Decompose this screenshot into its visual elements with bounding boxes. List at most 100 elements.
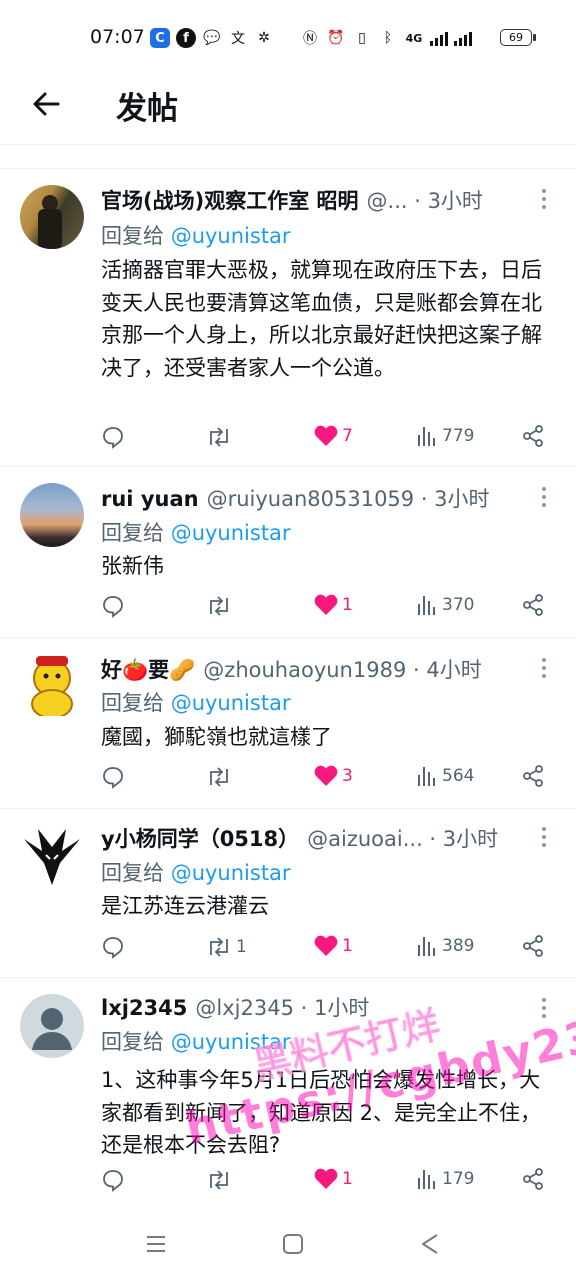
- view-count: 564: [442, 766, 475, 786]
- display-name[interactable]: 官场(战场)观察工作室 昭明: [101, 185, 359, 215]
- retweet-button[interactable]: 1: [206, 935, 247, 959]
- reply-button[interactable]: [101, 594, 125, 618]
- reply-post[interactable]: 好🍅要🥜 @zhouhaoyun1989 · 4小时 回复给 @uyunista…: [0, 638, 576, 809]
- default-avatar-icon: [32, 1008, 72, 1050]
- heart-icon: [314, 1168, 338, 1189]
- more-options-button[interactable]: [536, 656, 552, 680]
- system-icons: Ⓝ ⏰ ▯ ᛒ 4G: [300, 27, 472, 49]
- handle-time: @aizuoai... · 3小时: [307, 827, 499, 851]
- retweet-button[interactable]: [206, 425, 236, 449]
- retweet-icon: [210, 1170, 228, 1190]
- share-button[interactable]: [522, 1168, 544, 1190]
- pinwheel-icon: ✲: [258, 30, 270, 46]
- handle-time: @... · 3小时: [366, 189, 483, 213]
- reply-post[interactable]: y小杨同学（0518） @aizuoai... · 3小时 回复给 @uyuni…: [0, 809, 576, 978]
- retweet-button[interactable]: [206, 765, 236, 789]
- like-button[interactable]: 7: [314, 425, 353, 447]
- reply-button[interactable]: [101, 935, 125, 959]
- signal-2-icon: [454, 30, 472, 46]
- more-options-button[interactable]: [536, 825, 552, 849]
- retweet-count: 1: [236, 937, 247, 957]
- reply-button[interactable]: [101, 425, 125, 449]
- signal-icon: [430, 30, 448, 46]
- retweet-button[interactable]: [206, 594, 236, 618]
- like-button[interactable]: 1: [314, 1168, 353, 1190]
- app-notification-icon: C: [150, 28, 170, 48]
- action-bar: 1 1 389: [0, 935, 576, 965]
- reply-button[interactable]: [101, 1168, 125, 1192]
- home-button[interactable]: [281, 1232, 305, 1256]
- views-button[interactable]: 564: [416, 765, 474, 787]
- reply-post[interactable]: lxj2345 @lxj2345 · 1小时 回复给 @uyunistar 1、…: [0, 978, 576, 1208]
- mention-link[interactable]: @uyunistar: [171, 1030, 291, 1054]
- heart-icon: [314, 935, 338, 956]
- mention-link[interactable]: @uyunistar: [171, 521, 291, 545]
- mention-link[interactable]: @uyunistar: [171, 861, 291, 885]
- reply-icon: [103, 427, 123, 449]
- view-count: 779: [442, 426, 475, 446]
- reply-button[interactable]: [101, 765, 125, 789]
- like-count: 7: [342, 426, 353, 446]
- views-button[interactable]: 779: [416, 425, 474, 447]
- share-button[interactable]: [522, 425, 544, 447]
- views-button[interactable]: 370: [416, 594, 474, 616]
- retweet-icon: [210, 427, 228, 447]
- back-button[interactable]: [28, 86, 64, 122]
- views-button[interactable]: 179: [416, 1168, 474, 1190]
- mention-link[interactable]: @uyunistar: [171, 691, 291, 715]
- share-icon: [523, 1168, 543, 1190]
- display-name[interactable]: lxj2345: [101, 996, 187, 1020]
- view-count: 389: [442, 936, 475, 956]
- avatar[interactable]: [20, 483, 84, 547]
- share-button[interactable]: [522, 765, 544, 787]
- system-back-button[interactable]: [418, 1232, 442, 1256]
- handle-time: @lxj2345 · 1小时: [195, 996, 370, 1020]
- views-button[interactable]: 389: [416, 935, 474, 957]
- avatar[interactable]: [20, 994, 84, 1058]
- arrow-left-icon: [33, 92, 60, 116]
- avatar[interactable]: [20, 185, 84, 249]
- like-button[interactable]: 3: [314, 765, 353, 787]
- more-options-button[interactable]: [536, 996, 552, 1020]
- views-icon: [418, 596, 435, 615]
- more-options-button[interactable]: [536, 187, 552, 211]
- post-text: 活摘器官罪大恶极，就算现在政府压下去，日后变天人民也要清算这笔血债，只是账都会算…: [101, 258, 542, 380]
- views-icon: [418, 937, 435, 956]
- reply-icon: [103, 1170, 123, 1192]
- heart-icon: [314, 765, 338, 786]
- like-button[interactable]: 1: [314, 594, 353, 616]
- share-icon: [523, 425, 543, 447]
- replying-to: 回复给 @uyunistar: [101, 861, 291, 885]
- notification-icons: C f 💬 文 ✲: [150, 27, 274, 49]
- replying-to: 回复给 @uyunistar: [101, 1030, 291, 1054]
- share-icon: [523, 594, 543, 616]
- recents-button[interactable]: [144, 1232, 168, 1256]
- translate-icon: 文: [231, 31, 245, 47]
- like-count: 1: [342, 595, 353, 615]
- like-button[interactable]: 1: [314, 935, 353, 957]
- retweet-button[interactable]: [206, 1168, 236, 1192]
- alarm-icon: ⏰: [327, 30, 345, 46]
- display-name[interactable]: y小杨同学（0518）: [101, 823, 299, 853]
- avatar[interactable]: [20, 652, 84, 716]
- reply-post[interactable]: 官场(战场)观察工作室 昭明 @... · 3小时 回复给 @uyunistar…: [0, 169, 576, 467]
- reply-post[interactable]: rui yuan @ruiyuan80531059 · 3小时 回复给 @uyu…: [0, 467, 576, 638]
- facebook-icon: f: [176, 28, 196, 48]
- avatar[interactable]: [20, 823, 84, 887]
- replying-to: 回复给 @uyunistar: [101, 224, 291, 248]
- home-square-icon: [283, 1234, 303, 1254]
- battery-icon: 69: [500, 29, 536, 46]
- share-button[interactable]: [522, 935, 544, 957]
- action-bar: 1 370: [0, 594, 576, 624]
- display-name[interactable]: 好🍅要🥜: [101, 654, 195, 684]
- status-time: 07:07: [90, 26, 145, 48]
- system-nav-bar: [0, 1210, 576, 1280]
- display-name[interactable]: rui yuan: [101, 487, 199, 511]
- more-options-button[interactable]: [536, 485, 552, 509]
- handle-time: @ruiyuan80531059 · 3小时: [206, 487, 490, 511]
- views-icon: [418, 427, 435, 446]
- share-button[interactable]: [522, 594, 544, 616]
- heart-icon: [314, 594, 338, 615]
- reply-icon: [103, 767, 123, 789]
- mention-link[interactable]: @uyunistar: [171, 224, 291, 248]
